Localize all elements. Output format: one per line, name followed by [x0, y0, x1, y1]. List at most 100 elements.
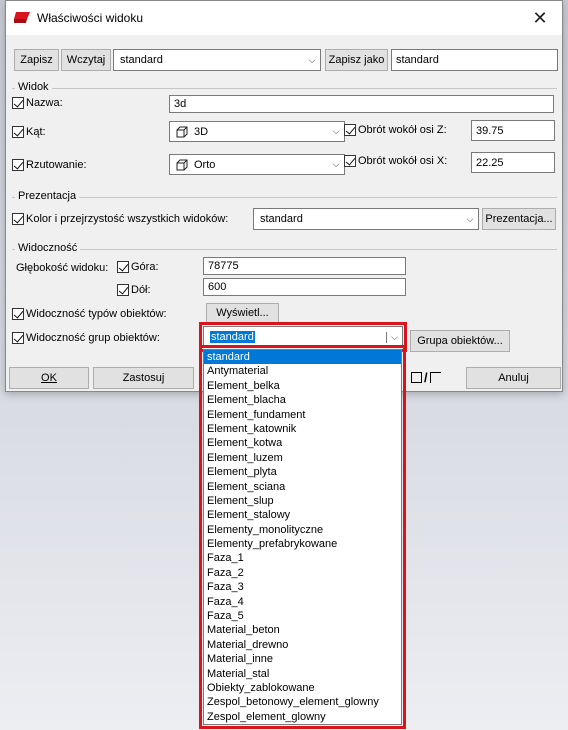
groups-select[interactable]: standard ⌵	[199, 322, 407, 352]
show-types-button[interactable]: Wyświetl...	[206, 303, 279, 323]
dropdown-item[interactable]: Material_drewno	[204, 638, 401, 652]
top-checkbox[interactable]	[117, 261, 129, 273]
rot-x-field[interactable]: 22.25	[471, 152, 555, 173]
dropdown-item[interactable]: Faza_3	[204, 580, 401, 594]
types-label: Widoczność typów obiektów:	[26, 308, 167, 320]
bottom-label: Dół:	[131, 284, 151, 296]
name-label: Nazwa:	[26, 97, 63, 109]
top-field[interactable]: 78775	[203, 257, 406, 275]
projection-label: Rzutowanie:	[26, 159, 87, 171]
load-button[interactable]: Wczytaj	[61, 49, 111, 71]
chevron-down-icon: ⌵	[466, 213, 474, 224]
dropdown-item[interactable]: Element_kotwa	[204, 436, 401, 450]
cancel-label: Anuluj	[498, 372, 529, 384]
name-field[interactable]: 3d	[169, 95, 554, 113]
window-title: Właściwości widoku	[37, 11, 144, 25]
rot-z-checkbox[interactable]	[344, 124, 356, 136]
dropdown-item[interactable]: Faza_2	[204, 566, 401, 580]
cube-icon	[176, 126, 188, 137]
color-select[interactable]: standard ⌵	[253, 208, 479, 230]
dropdown-item[interactable]: Antymaterial	[204, 364, 401, 378]
ok-label: OK	[41, 372, 57, 384]
color-label: Kolor i przejrzystość wszystkich widoków…	[26, 213, 229, 225]
depth-label: Głębokość widoku:	[16, 262, 109, 274]
chevron-down-icon: ⌵	[332, 126, 340, 136]
projection-select[interactable]: Orto ⌵	[169, 154, 345, 175]
ok-button[interactable]: OK	[9, 367, 89, 389]
dropdown-item[interactable]: Faza_5	[204, 609, 401, 623]
projection-checkbox-row[interactable]: Rzutowanie:	[12, 159, 87, 171]
app-icon	[14, 12, 30, 23]
rot-z-checkbox-row[interactable]: Obrót wokół osi Z:	[344, 124, 447, 136]
dropdown-item[interactable]: Material_inne	[204, 652, 401, 666]
rot-x-checkbox[interactable]	[344, 155, 356, 167]
dropdown-item[interactable]: Elementy_monolityczne	[204, 523, 401, 537]
close-icon[interactable]: ✕	[518, 1, 562, 35]
check-all-icon[interactable]	[411, 372, 422, 383]
rot-x-checkbox-row[interactable]: Obrót wokół osi X:	[344, 155, 447, 167]
angle-value: 3D	[194, 125, 209, 138]
top-checkbox-row[interactable]: Góra:	[117, 261, 159, 273]
color-checkbox-row[interactable]: Kolor i przejrzystość wszystkich widoków…	[12, 213, 228, 225]
dropdown-item[interactable]: Faza_4	[204, 595, 401, 609]
color-value: standard	[260, 213, 303, 225]
dropdown-item[interactable]: Element_luzem	[204, 451, 401, 465]
save-as-field[interactable]: standard	[391, 49, 558, 71]
dropdown-item[interactable]: standard	[204, 350, 401, 365]
dropdown-item[interactable]: Element_belka	[204, 379, 401, 393]
angle-checkbox-row[interactable]: Kąt:	[12, 126, 46, 138]
apply-label: Zastosuj	[122, 372, 165, 384]
name-checkbox[interactable]	[12, 97, 24, 109]
uncheck-all-icon[interactable]	[429, 372, 441, 383]
toggle-all-control[interactable]: /	[411, 370, 441, 385]
presentation-button[interactable]: Prezentacja...	[482, 208, 556, 230]
groups-label: Widoczność grup obiektów:	[26, 332, 160, 344]
angle-select[interactable]: 3D ⌵	[169, 121, 345, 142]
projection-checkbox[interactable]	[12, 159, 24, 171]
view-group	[12, 88, 557, 89]
dropdown-item[interactable]: Element_katownik	[204, 422, 401, 436]
bottom-checkbox[interactable]	[117, 284, 129, 296]
save-button[interactable]: Zapisz	[14, 49, 59, 71]
dropdown-item[interactable]: Material_beton	[204, 623, 401, 637]
dropdown-item[interactable]: Element_sciana	[204, 480, 401, 494]
angle-checkbox[interactable]	[12, 126, 24, 138]
groups-dropdown-list: standard Antymaterial Element_belka Element…	[199, 345, 406, 729]
groups-checkbox-row[interactable]: Widoczność grup obiektów:	[12, 332, 160, 344]
bottom-checkbox-row[interactable]: Dół:	[117, 284, 151, 296]
rot-z-label: Obrót wokół osi Z:	[358, 124, 447, 136]
cancel-button[interactable]: Anuluj	[466, 367, 561, 389]
dropdown-item[interactable]: Zespol_element_glowny	[204, 710, 401, 724]
types-checkbox[interactable]	[12, 308, 24, 320]
dropdown-item[interactable]: Obiekty_zablokowane	[204, 681, 401, 695]
dropdown-item[interactable]: Element_slup	[204, 494, 401, 508]
apply-button[interactable]: Zastosuj	[93, 367, 194, 389]
dropdown-item[interactable]: Element_blacha	[204, 393, 401, 407]
bottom-field[interactable]: 600	[203, 278, 406, 296]
preset-select[interactable]: standard ⌵	[113, 49, 321, 71]
dropdown-item[interactable]: Element_stalowy	[204, 508, 401, 522]
rot-z-field[interactable]: 39.75	[471, 120, 555, 141]
angle-label: Kąt:	[26, 126, 46, 138]
types-checkbox-row[interactable]: Widoczność typów obiektów:	[12, 308, 167, 320]
groups-checkbox[interactable]	[12, 332, 24, 344]
color-checkbox[interactable]	[12, 213, 24, 225]
dropdown-item[interactable]: Material_stal	[204, 667, 401, 681]
name-checkbox-row[interactable]: Nazwa:	[12, 97, 63, 109]
groups-value: standard	[210, 331, 255, 343]
dropdown-item[interactable]: Faza_1	[204, 551, 401, 565]
chevron-down-icon: ⌵	[332, 159, 340, 169]
save-as-button[interactable]: Zapisz jako	[325, 49, 388, 71]
dropdown-item[interactable]: Element_fundament	[204, 408, 401, 422]
chevron-down-icon: ⌵	[308, 54, 316, 65]
rot-x-label: Obrót wokół osi X:	[358, 155, 448, 167]
dropdown-item[interactable]: Elementy_prefabrykowane	[204, 537, 401, 551]
top-label: Góra:	[131, 261, 159, 273]
projection-value: Orto	[194, 158, 216, 171]
dropdown-item[interactable]: Zespol_betonowy_element_glowny	[204, 695, 401, 709]
object-groups-button[interactable]: Grupa obiektów...	[410, 330, 510, 352]
visibility-group	[12, 249, 557, 250]
dropdown-item[interactable]: Element_plyta	[204, 465, 401, 479]
visibility-group-label: Widoczność	[15, 242, 81, 254]
chevron-down-icon[interactable]: ⌵	[386, 331, 402, 343]
